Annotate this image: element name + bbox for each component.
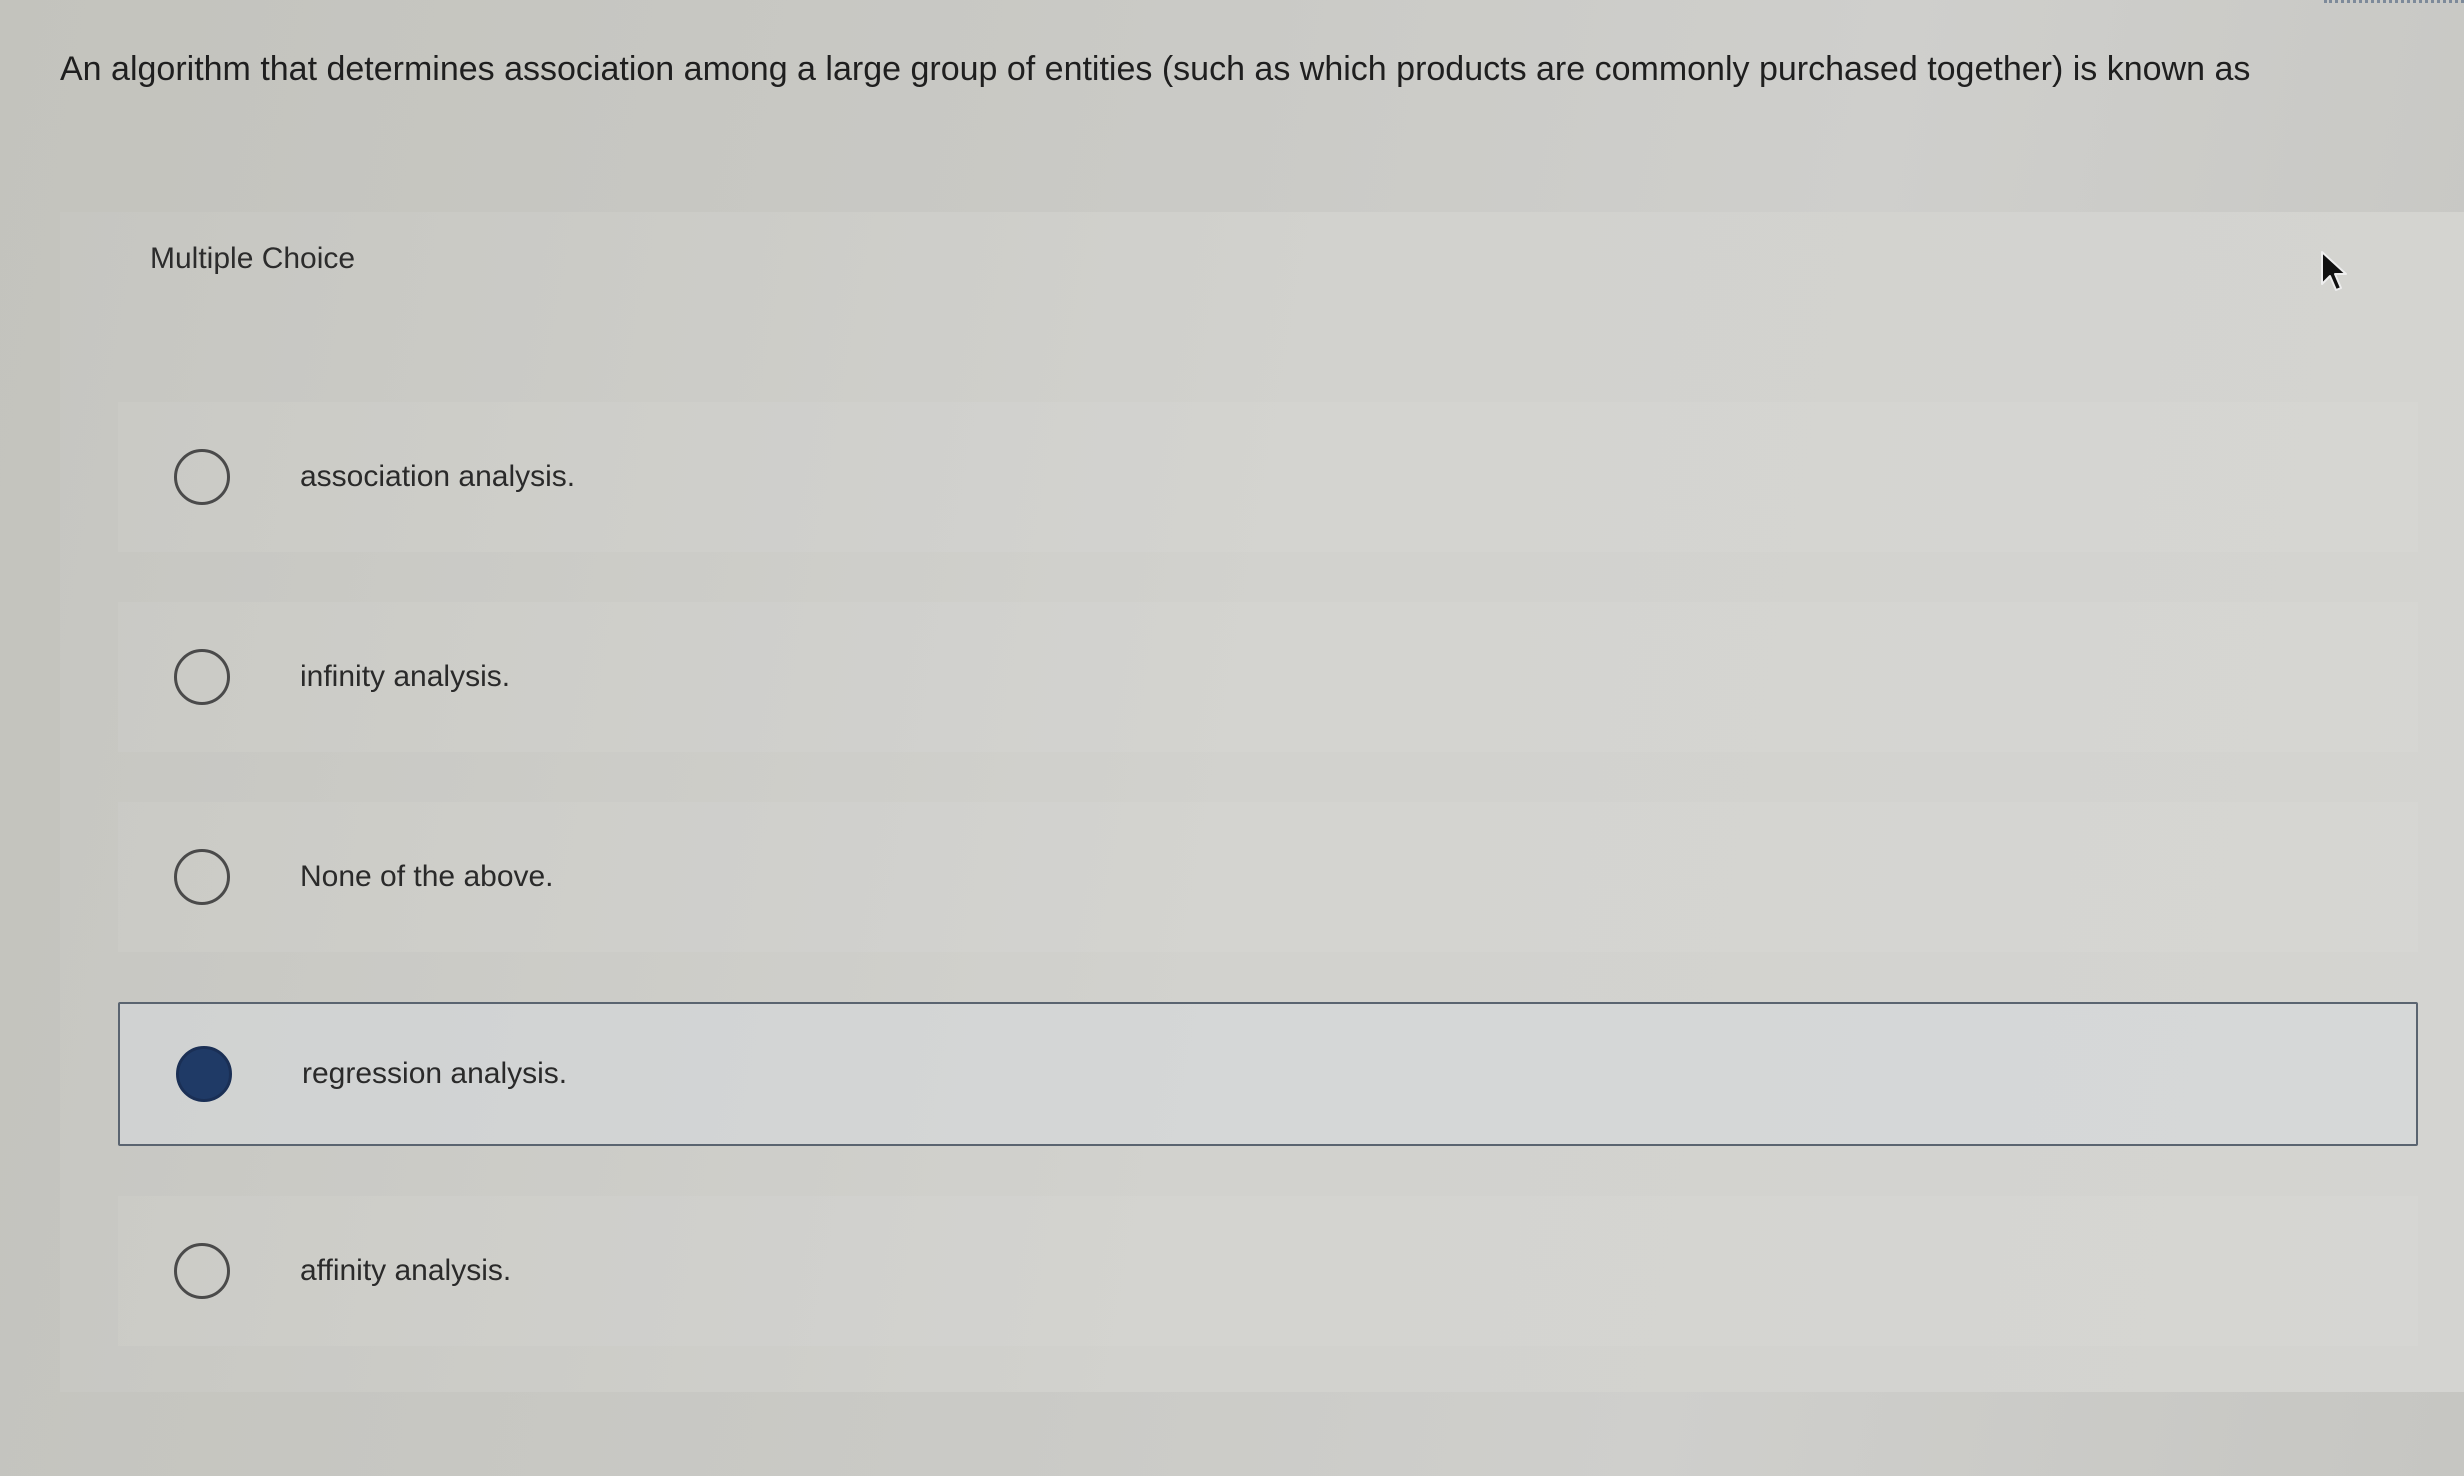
mouse-pointer-icon <box>2321 251 2347 291</box>
top-dotted-divider <box>2324 0 2464 9</box>
radio-button[interactable] <box>174 849 230 905</box>
option-none-of-the-above[interactable]: None of the above. <box>118 802 2418 952</box>
question-type-label: Multiple Choice <box>150 242 356 275</box>
radio-button[interactable] <box>174 649 230 705</box>
option-affinity-analysis[interactable]: affinity analysis. <box>118 1196 2418 1346</box>
option-regression-analysis[interactable]: regression analysis. <box>118 1002 2418 1146</box>
multiple-choice-card: Multiple Choice association analysis. in… <box>60 212 2464 1392</box>
option-infinity-analysis[interactable]: infinity analysis. <box>118 602 2418 752</box>
option-label: affinity analysis. <box>300 1254 512 1287</box>
question-text: An algorithm that determines association… <box>60 50 2251 88</box>
radio-button[interactable] <box>174 1243 230 1299</box>
answer-options-list: association analysis. infinity analysis.… <box>118 402 2418 1396</box>
option-association-analysis[interactable]: association analysis. <box>118 402 2418 552</box>
radio-button-selected[interactable] <box>176 1046 232 1102</box>
option-label: association analysis. <box>300 460 576 493</box>
option-label: None of the above. <box>300 860 554 893</box>
option-label: regression analysis. <box>302 1057 568 1090</box>
option-label: infinity analysis. <box>300 660 511 693</box>
radio-button[interactable] <box>174 449 230 505</box>
